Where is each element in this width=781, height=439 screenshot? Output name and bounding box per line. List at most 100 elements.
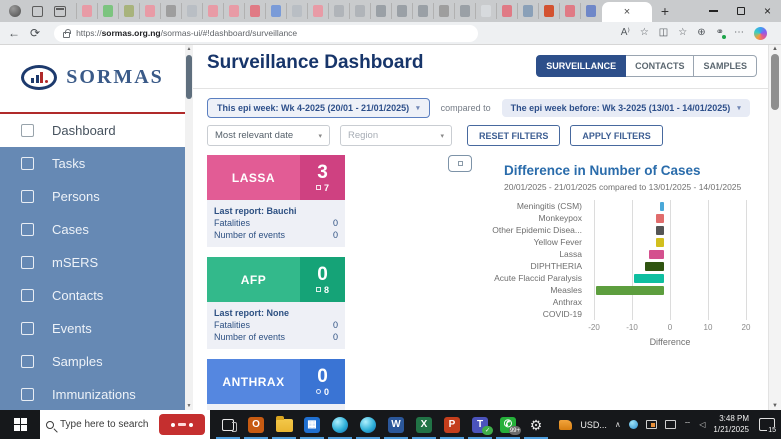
- tab-actions-icon[interactable]: [54, 5, 66, 17]
- scroll-down-icon[interactable]: ▼: [185, 402, 193, 410]
- pinned-tab[interactable]: [370, 3, 391, 19]
- pinned-tab[interactable]: [391, 3, 412, 19]
- phone-tray-icon[interactable]: [664, 420, 676, 429]
- powerpoint-icon[interactable]: P: [438, 410, 466, 439]
- pinned-tab[interactable]: [559, 3, 580, 19]
- pinned-tab[interactable]: [496, 3, 517, 19]
- task-view-icon[interactable]: [214, 410, 242, 439]
- clock[interactable]: 3:48 PM 1/21/2025: [713, 414, 749, 435]
- pinned-tab[interactable]: [475, 3, 496, 19]
- edge-tray-icon[interactable]: [628, 420, 638, 429]
- pinned-tab[interactable]: [223, 3, 244, 19]
- teams-icon[interactable]: T ✓: [466, 410, 494, 439]
- expand-chart-button[interactable]: [448, 155, 472, 172]
- browser-essentials-icon[interactable]: ⚭: [716, 28, 726, 39]
- tab-close-icon[interactable]: ×: [624, 6, 630, 18]
- store-icon[interactable]: ▦: [298, 410, 326, 439]
- pinned-tab[interactable]: [160, 3, 181, 19]
- favorite-icon[interactable]: ☆: [640, 28, 649, 38]
- scroll-down-icon[interactable]: ▼: [769, 403, 781, 409]
- outlook-icon[interactable]: O: [242, 410, 270, 439]
- pinned-tab[interactable]: [202, 3, 223, 19]
- whatsapp-icon[interactable]: ✆ 99+: [494, 410, 522, 439]
- favorites-bar-icon[interactable]: ☆: [678, 28, 687, 38]
- word-icon[interactable]: W: [382, 410, 410, 439]
- previous-epi-week-dropdown[interactable]: The epi week before: Wk 3-2025 (13/01 - …: [501, 99, 750, 117]
- extension-icon[interactable]: [32, 5, 43, 17]
- excel-icon[interactable]: X: [410, 410, 438, 439]
- bar-monkeypox[interactable]: [656, 213, 664, 223]
- display-tray-icon[interactable]: [645, 420, 657, 429]
- bar-other-epidemic-disea-[interactable]: [656, 225, 664, 235]
- pinned-tab[interactable]: [181, 3, 202, 19]
- refresh-icon[interactable]: ⟳: [30, 27, 40, 39]
- minimize-button[interactable]: [700, 0, 727, 22]
- pinned-tab[interactable]: [244, 3, 265, 19]
- bar-measles[interactable]: [595, 285, 664, 295]
- file-explorer-icon[interactable]: [270, 410, 298, 439]
- pinned-tab[interactable]: [328, 3, 349, 19]
- sidebar-item-events[interactable]: Events: [0, 312, 185, 345]
- new-tab-button[interactable]: +: [653, 0, 677, 22]
- pinned-tab[interactable]: [349, 3, 370, 19]
- pinned-tab[interactable]: [580, 3, 601, 19]
- scrollbar-thumb[interactable]: [771, 54, 779, 110]
- sidebar-item-tasks[interactable]: Tasks: [0, 147, 185, 180]
- region-select[interactable]: Region ▾: [340, 125, 452, 146]
- bar-acute-flaccid-paralysis[interactable]: [633, 273, 664, 283]
- sidebar-item-contacts[interactable]: Contacts: [0, 279, 185, 312]
- pinned-tab[interactable]: [454, 3, 475, 19]
- taskbar-search[interactable]: Type here to search: [40, 410, 210, 439]
- sidebar-item-cases[interactable]: Cases: [0, 213, 185, 246]
- view-button-samples[interactable]: SAMPLES: [694, 55, 757, 77]
- network-icon[interactable]: ⌔: [684, 420, 692, 430]
- reset-filters-button[interactable]: RESET FILTERS: [467, 125, 561, 146]
- sidebar-item-persons[interactable]: Persons: [0, 180, 185, 213]
- start-button[interactable]: [0, 410, 40, 439]
- pinned-tab[interactable]: [538, 3, 559, 19]
- bar-diphtheria[interactable]: [645, 261, 664, 271]
- browser-logo-icon[interactable]: [9, 5, 21, 17]
- sidebar-item-samples[interactable]: Samples: [0, 345, 185, 378]
- edge-beta-icon[interactable]: [354, 410, 382, 439]
- pinned-tab[interactable]: [433, 3, 454, 19]
- pinned-tab[interactable]: [517, 3, 538, 19]
- split-screen-icon[interactable]: ◫: [659, 28, 668, 38]
- sidebar-item-dashboard[interactable]: Dashboard: [0, 114, 185, 147]
- view-button-surveillance[interactable]: SURVEILLANCE: [536, 55, 627, 77]
- address-bar[interactable]: https://sormas.org.ng/sormas-ui/#!dashbo…: [54, 24, 479, 42]
- pinned-tab[interactable]: [286, 3, 307, 19]
- pinned-tab[interactable]: [307, 3, 328, 19]
- scrollbar-thumb[interactable]: [186, 55, 192, 99]
- pinned-tab[interactable]: [265, 3, 286, 19]
- notification-center-icon[interactable]: 15: [759, 418, 777, 434]
- apply-filters-button[interactable]: APPLY FILTERS: [570, 125, 663, 146]
- pinned-tab[interactable]: [412, 3, 433, 19]
- sidebar-item-immunizations[interactable]: Immunizations: [0, 378, 185, 410]
- hidden-icons-chevron[interactable]: ∧: [615, 420, 621, 429]
- pinned-tab[interactable]: [139, 3, 160, 19]
- settings-icon[interactable]: ⚙: [522, 410, 550, 439]
- pinned-tab[interactable]: [76, 3, 97, 19]
- close-button[interactable]: ×: [754, 0, 781, 22]
- bar-lassa[interactable]: [648, 249, 664, 259]
- pinned-tab[interactable]: [118, 3, 139, 19]
- settings-more-icon[interactable]: ⋯: [734, 28, 744, 38]
- disease-card-header[interactable]: LASSA 3 7: [207, 155, 345, 200]
- disease-card-header[interactable]: ANTHRAX 0 0: [207, 359, 345, 404]
- read-aloud-icon[interactable]: A⁾: [621, 28, 630, 38]
- news-badge-icon[interactable]: [159, 414, 205, 435]
- disease-card-header[interactable]: AFP 0 8: [207, 257, 345, 302]
- collections-icon[interactable]: ⊕: [697, 28, 705, 38]
- edge-icon[interactable]: [326, 410, 354, 439]
- view-button-contacts[interactable]: CONTACTS: [626, 55, 695, 77]
- bar-yellow-fever[interactable]: [656, 237, 664, 247]
- pinned-tab[interactable]: [97, 3, 118, 19]
- bar-meningitis-csm-[interactable]: [660, 201, 664, 211]
- volume-icon[interactable]: ◁: [699, 420, 705, 429]
- scroll-up-icon[interactable]: ▲: [769, 46, 781, 52]
- date-type-select[interactable]: Most relevant date ▾: [207, 125, 330, 146]
- back-icon[interactable]: ←: [8, 27, 20, 39]
- current-epi-week-dropdown[interactable]: This epi week: Wk 4-2025 (20/01 - 21/01/…: [207, 98, 430, 118]
- maximize-button[interactable]: [727, 0, 754, 22]
